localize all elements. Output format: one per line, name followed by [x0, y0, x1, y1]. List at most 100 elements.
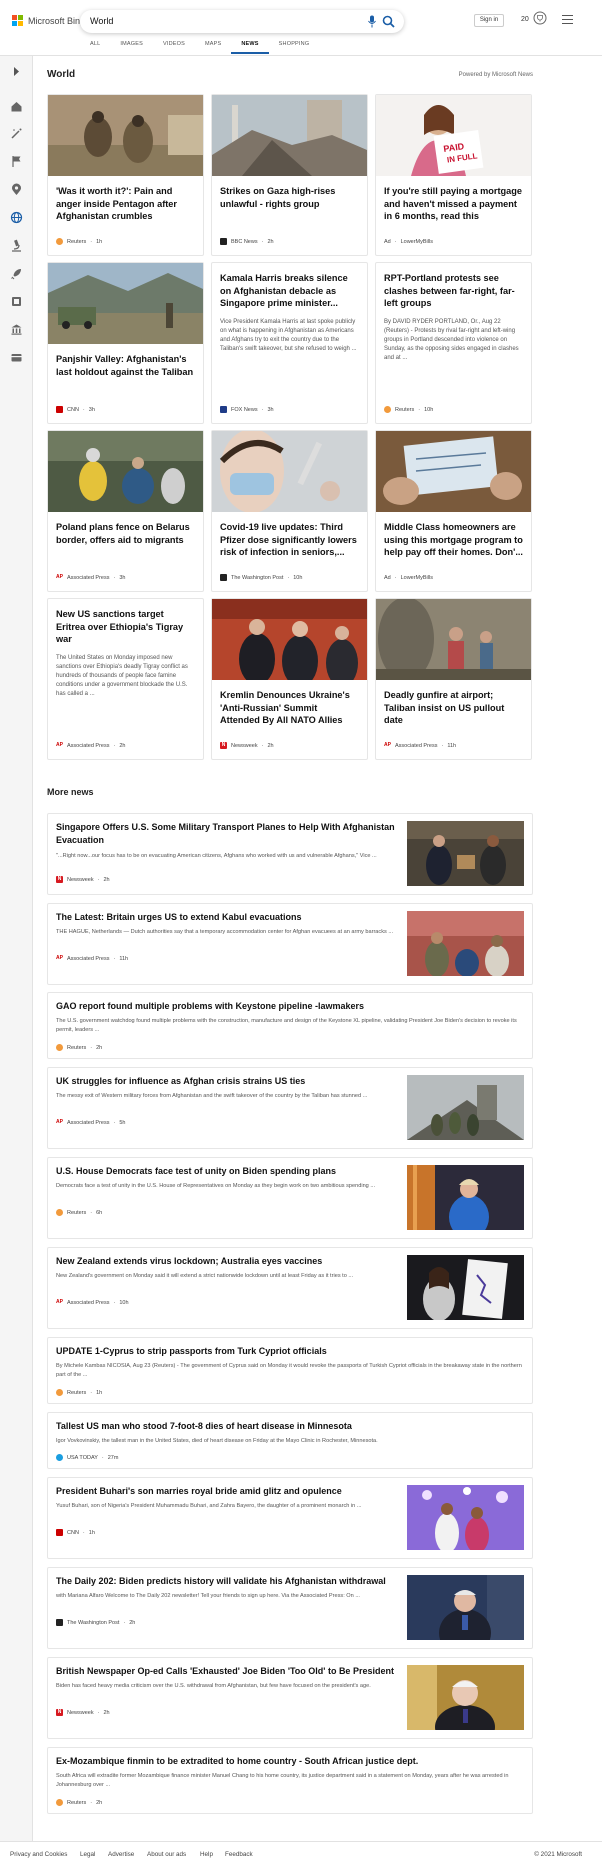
cnn-icon [56, 1529, 63, 1536]
card-title[interactable]: Middle Class homeowners are using this m… [384, 521, 523, 559]
card-title[interactable]: Covid-19 live updates: Third Pfizer dose… [220, 521, 359, 559]
news-card[interactable]: 'Was it worth it?': Pain and anger insid… [47, 94, 204, 256]
news-title[interactable]: British Newspaper Op-ed Calls 'Exhausted… [56, 1665, 396, 1678]
card-title[interactable]: RPT-Portland protests see clashes betwee… [384, 272, 523, 310]
news-card[interactable]: RPT-Portland protests see clashes betwee… [375, 262, 532, 424]
news-title[interactable]: President Buhari's son marries royal bri… [56, 1485, 396, 1498]
more-news-item[interactable]: Singapore Offers U.S. Some Military Tran… [47, 813, 533, 895]
footer-link-help[interactable]: Help [200, 1851, 213, 1858]
more-news-item[interactable]: British Newspaper Op-ed Calls 'Exhausted… [47, 1657, 533, 1739]
source-separator: · [441, 742, 444, 749]
tab-all[interactable]: ALL [80, 36, 110, 54]
card-title[interactable]: Deadly gunfire at airport; Taliban insis… [384, 689, 523, 727]
menu-icon[interactable] [562, 15, 573, 24]
wallet-icon[interactable] [10, 351, 23, 364]
more-news-item[interactable]: GAO report found multiple problems with … [47, 992, 533, 1059]
expand-chevron-icon[interactable] [10, 65, 23, 78]
more-news-item[interactable]: Ex-Mozambique finmin to be extradited to… [47, 1747, 533, 1814]
card-title[interactable]: New US sanctions target Eritrea over Eth… [56, 608, 195, 646]
microscope-icon[interactable] [10, 239, 23, 252]
news-card[interactable]: Kremlin Denounces Ukraine's 'Anti-Russia… [211, 598, 368, 760]
source-name: Associated Press [67, 574, 110, 581]
source-name: Newsweek [231, 742, 258, 749]
news-title[interactable]: GAO report found multiple problems with … [56, 1000, 522, 1013]
card-snippet: Vice President Kamala Harris at last spo… [220, 318, 357, 352]
news-snippet: Yusuf Buhari, son of Nigeria's President… [56, 1503, 362, 1509]
news-time: 5h [119, 1119, 126, 1126]
header-divider [0, 55, 602, 56]
footer-link-advertise[interactable]: Advertise [108, 1851, 134, 1858]
news-card[interactable]: New US sanctions target Eritrea over Eth… [47, 598, 204, 760]
footer-link-feedback[interactable]: Feedback [225, 1851, 253, 1858]
globe-icon[interactable] [10, 211, 23, 224]
search-box[interactable]: World [80, 10, 404, 33]
news-title[interactable]: The Daily 202: Biden predicts history wi… [56, 1575, 396, 1588]
news-title[interactable]: UK struggles for influence as Afghan cri… [56, 1075, 396, 1088]
home-icon[interactable] [10, 100, 23, 113]
more-news-item[interactable]: Tallest US man who stood 7-foot-8 dies o… [47, 1412, 533, 1469]
tab-shopping[interactable]: SHOPPING [269, 36, 320, 54]
sign-in-button[interactable]: Sign in [474, 14, 504, 27]
card-title[interactable]: Panjshir Valley: Afghanistan's last hold… [56, 353, 195, 378]
source-name: USA TODAY [67, 1454, 98, 1461]
card-time: 3h [88, 406, 95, 413]
news-title[interactable]: Tallest US man who stood 7-foot-8 dies o… [56, 1420, 522, 1433]
card-title[interactable]: If you're still paying a mortgage and ha… [384, 185, 523, 223]
rewards-count[interactable]: 20 [521, 16, 529, 23]
card-title[interactable]: 'Was it worth it?': Pain and anger insid… [56, 185, 195, 223]
card-title[interactable]: Poland plans fence on Belarus border, of… [56, 521, 195, 546]
tab-images[interactable]: IMAGES [110, 36, 153, 54]
ap-icon: AP [56, 742, 63, 749]
more-news-item[interactable]: UPDATE 1-Cyprus to strip passports from … [47, 1337, 533, 1404]
more-news-item[interactable]: UK struggles for influence as Afghan cri… [47, 1067, 533, 1149]
wand-icon[interactable] [10, 127, 23, 140]
rocket-icon[interactable] [10, 267, 23, 280]
search-input[interactable]: World [90, 16, 113, 26]
flag-icon[interactable] [10, 155, 23, 168]
news-card[interactable]: Kamala Harris breaks silence on Afghanis… [211, 262, 368, 424]
source-name: CNN [67, 1529, 79, 1536]
tab-news[interactable]: NEWS [231, 36, 269, 54]
more-news-item[interactable]: U.S. House Democrats face test of unity … [47, 1157, 533, 1239]
ad-card[interactable]: Middle Class homeowners are using this m… [375, 430, 532, 592]
bank-icon[interactable] [10, 323, 23, 336]
news-time: 2h [96, 1799, 103, 1806]
more-news-item[interactable]: New Zealand extends virus lockdown; Aust… [47, 1247, 533, 1329]
more-news-item[interactable]: President Buhari's son marries royal bri… [47, 1477, 533, 1559]
news-title[interactable]: New Zealand extends virus lockdown; Aust… [56, 1255, 396, 1268]
news-title[interactable]: U.S. House Democrats face test of unity … [56, 1165, 396, 1178]
card-source: Reuters · 10h [384, 406, 433, 413]
footer-link-privacy[interactable]: Privacy and Cookies [10, 1851, 67, 1858]
card-title[interactable]: Strikes on Gaza high-rises unlawful - ri… [220, 185, 359, 210]
location-pin-icon[interactable] [10, 183, 23, 196]
reuters-icon [56, 1209, 63, 1216]
news-card[interactable]: Deadly gunfire at airport; Taliban insis… [375, 598, 532, 760]
microphone-icon[interactable] [367, 15, 377, 28]
news-card[interactable]: Panjshir Valley: Afghanistan's last hold… [47, 262, 204, 424]
reuters-icon [56, 1389, 63, 1396]
news-title[interactable]: The Latest: Britain urges US to extend K… [56, 911, 396, 924]
footer-link-about-ads[interactable]: About our ads [147, 1851, 186, 1858]
card-title[interactable]: Kremlin Denounces Ukraine's 'Anti-Russia… [220, 689, 359, 727]
news-title[interactable]: Singapore Offers U.S. Some Military Tran… [56, 821, 396, 846]
bing-logo[interactable]: Microsoft Bing [12, 15, 85, 26]
card-title[interactable]: Kamala Harris breaks silence on Afghanis… [220, 272, 359, 310]
tab-videos[interactable]: VIDEOS [153, 36, 195, 54]
card-source: CNN · 3h [56, 406, 95, 413]
film-icon[interactable] [10, 295, 23, 308]
news-card[interactable]: Strikes on Gaza high-rises unlawful - ri… [211, 94, 368, 256]
news-title[interactable]: UPDATE 1-Cyprus to strip passports from … [56, 1345, 522, 1358]
news-card[interactable]: Poland plans fence on Belarus border, of… [47, 430, 204, 592]
source-name: Newsweek [67, 1709, 94, 1716]
search-icon[interactable] [382, 15, 395, 28]
more-news-item[interactable]: The Daily 202: Biden predicts history wi… [47, 1567, 533, 1649]
news-title[interactable]: Ex-Mozambique finmin to be extradited to… [56, 1755, 522, 1768]
wapo-icon [220, 574, 227, 581]
rewards-trophy-icon[interactable] [533, 11, 547, 27]
ad-card[interactable]: PAID IN FULL If you're still paying a mor… [375, 94, 532, 256]
tab-maps[interactable]: MAPS [195, 36, 231, 54]
more-news-item[interactable]: The Latest: Britain urges US to extend K… [47, 903, 533, 985]
source-name: Associated Press [67, 1119, 110, 1126]
footer-link-legal[interactable]: Legal [80, 1851, 95, 1858]
news-card[interactable]: Covid-19 live updates: Third Pfizer dose… [211, 430, 368, 592]
